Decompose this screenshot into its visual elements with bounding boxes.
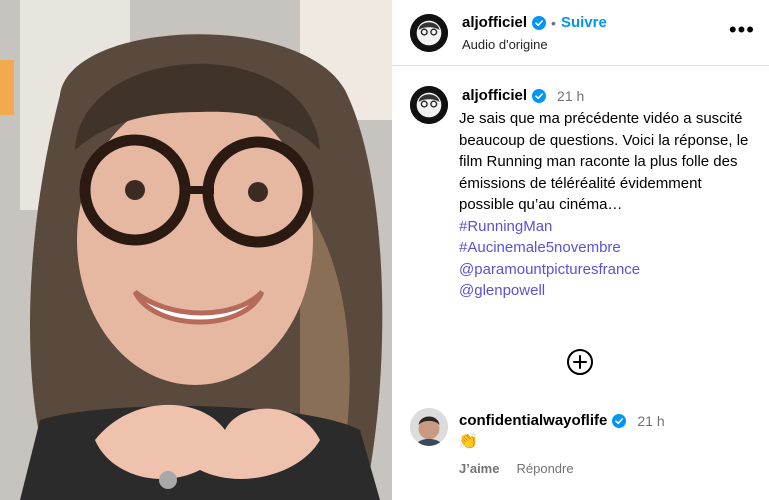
comment-user-line: confidentialwayoflife 21 h — [459, 412, 665, 429]
post-video[interactable] — [0, 0, 392, 500]
verified-badge-icon — [532, 88, 547, 103]
reply-button[interactable]: Répondre — [516, 461, 573, 476]
caption-username[interactable]: aljofficiel — [462, 87, 527, 104]
verified-badge-icon — [612, 413, 627, 428]
follow-button[interactable]: Suivre — [561, 14, 607, 31]
more-options-icon[interactable]: ••• — [729, 19, 755, 41]
commenter-avatar[interactable] — [410, 408, 448, 446]
video-frame-illustration — [0, 0, 392, 500]
header-username[interactable]: aljofficiel — [462, 14, 527, 31]
caption-text: Je sais que ma précédente vidéo a suscit… — [459, 110, 749, 213]
post-header: aljofficiel • Suivre Audio d'origine ••• — [392, 0, 769, 66]
caption: Je sais que ma précédente vidéo a suscit… — [459, 108, 759, 302]
mention-link[interactable]: @paramountpicturesfrance — [459, 259, 759, 281]
author-avatar[interactable] — [410, 14, 448, 52]
original-audio-link[interactable]: Audio d'origine — [462, 37, 548, 52]
comment-text: 👏 — [458, 433, 478, 450]
caption-and-comments: aljofficiel 21 h Je sais que ma précéden… — [392, 66, 769, 500]
caption-timestamp: 21 h — [557, 87, 585, 104]
commenter-username[interactable]: confidentialwayoflife — [459, 412, 607, 429]
post-side-panel: aljofficiel • Suivre Audio d'origine •••… — [392, 0, 769, 500]
mention-link[interactable]: @glenpowell — [459, 280, 759, 302]
hashtag-link[interactable]: #Aucinemale5novembre — [459, 237, 759, 259]
plus-circle-icon[interactable] — [566, 348, 594, 376]
header-user-line: aljofficiel • Suivre — [462, 14, 607, 31]
comment-timestamp: 21 h — [637, 412, 665, 429]
header-separator: • — [551, 14, 556, 31]
caption-user-line: aljofficiel 21 h — [462, 87, 584, 104]
comment-actions: J’aime Répondre — [459, 461, 574, 476]
like-comment-button[interactable]: J’aime — [459, 461, 499, 476]
verified-badge-icon — [532, 15, 547, 30]
caption-author-avatar[interactable] — [410, 86, 448, 124]
hashtag-link[interactable]: #RunningMan — [459, 216, 759, 238]
